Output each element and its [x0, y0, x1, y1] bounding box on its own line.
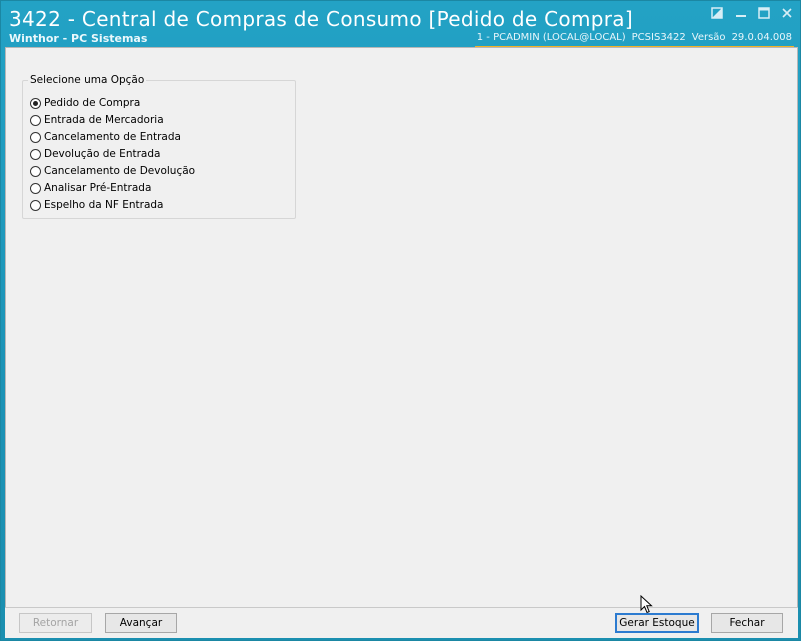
maximize-icon[interactable]: [755, 7, 773, 23]
radio-icon[interactable]: [30, 199, 41, 211]
radio-label: Analisar Pré-Entrada: [44, 182, 152, 194]
radio-icon[interactable]: [30, 131, 41, 143]
radio-label: Cancelamento de Entrada: [44, 131, 181, 143]
radio-espelho-da-nf-entrada[interactable]: Espelho da NF Entrada: [30, 197, 164, 213]
radio-icon[interactable]: [30, 114, 41, 126]
radio-label: Devolução de Entrada: [44, 148, 161, 160]
radio-devolucao-de-entrada[interactable]: Devolução de Entrada: [30, 146, 160, 162]
mouse-cursor-icon: [640, 595, 653, 614]
generate-stock-button[interactable]: Gerar Estoque: [615, 613, 699, 633]
radio-icon[interactable]: [30, 148, 41, 160]
radio-cancelamento-de-devolucao[interactable]: Cancelamento de Devolução: [30, 163, 195, 179]
restore-icon[interactable]: [708, 7, 726, 23]
options-group-title: Selecione uma Opção: [28, 74, 147, 86]
window-subtitle: Winthor - PC Sistemas: [9, 32, 148, 45]
back-button[interactable]: Retornar: [19, 613, 92, 633]
minimize-icon[interactable]: [732, 7, 750, 23]
session-info: 1 - PCADMIN (LOCAL@LOCAL) PCSIS3422 Versão…: [474, 32, 794, 48]
radio-label: Entrada de Mercadoria: [44, 114, 164, 126]
radio-label: Cancelamento de Devolução: [44, 165, 196, 177]
button-bar: Retornar Avançar Gerar Estoque Fechar: [5, 607, 798, 638]
app-window: 3422 - Central de Compras de Consumo [Pe…: [0, 0, 801, 641]
next-button[interactable]: Avançar: [105, 613, 177, 633]
close-icon[interactable]: [778, 7, 796, 23]
program-code: PCSIS3422: [631, 32, 686, 43]
version-number: 29.0.04.008: [731, 32, 792, 43]
radio-icon[interactable]: [30, 182, 41, 194]
radio-entrada-de-mercadoria[interactable]: Entrada de Mercadoria: [30, 112, 164, 128]
version-label: Versão: [691, 32, 726, 43]
radio-pedido-de-compra[interactable]: Pedido de Compra: [30, 95, 140, 111]
window-title: 3422 - Central de Compras de Consumo [Pe…: [9, 7, 633, 31]
radio-analisar-pre-entrada[interactable]: Analisar Pré-Entrada: [30, 180, 151, 196]
radio-label: Espelho da NF Entrada: [44, 199, 164, 211]
session-user: 1 - PCADMIN (LOCAL@LOCAL): [476, 32, 626, 43]
radio-icon[interactable]: [30, 165, 41, 177]
radio-selected-icon[interactable]: [30, 97, 41, 109]
radio-cancelamento-de-entrada[interactable]: Cancelamento de Entrada: [30, 129, 181, 145]
radio-label: Pedido de Compra: [44, 97, 141, 109]
close-button[interactable]: Fechar: [711, 613, 783, 633]
client-area: Selecione uma Opção Pedido de Compra Ent…: [5, 47, 798, 609]
